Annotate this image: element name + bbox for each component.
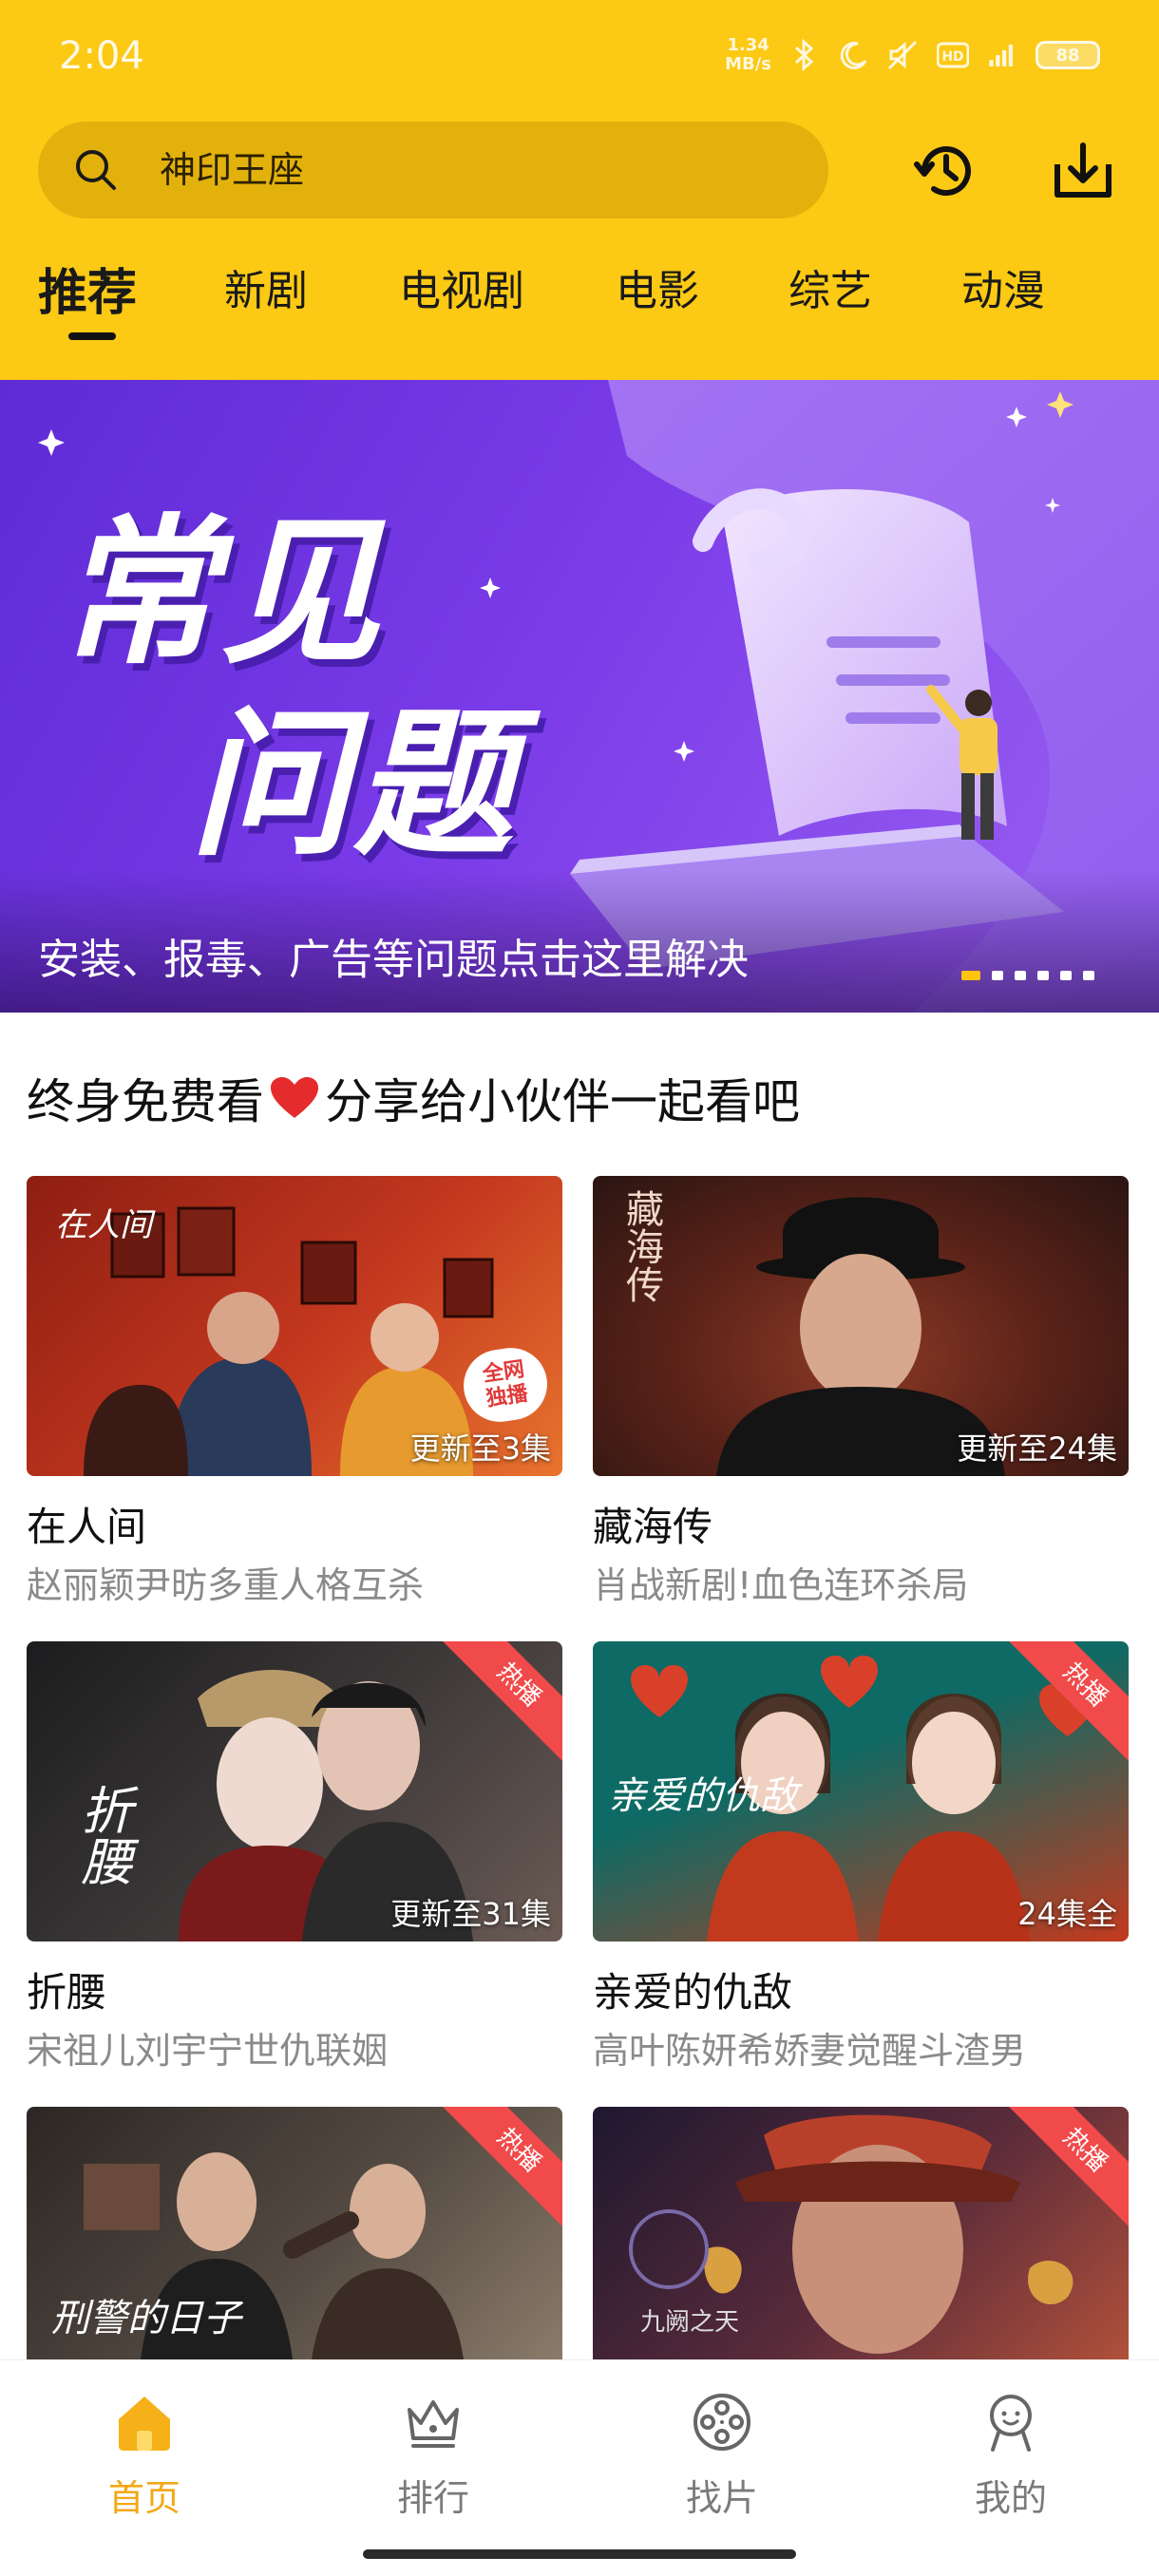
section-title-text: 终身免费看 — [27, 1074, 264, 1129]
history-button[interactable] — [908, 133, 984, 209]
banner-title-line2: 问题 — [190, 691, 517, 878]
download-button[interactable] — [1045, 133, 1121, 209]
hd-icon: HD — [937, 39, 969, 71]
search-icon — [76, 150, 116, 190]
top-header: 2:04 1.34 MB/s HD 88 神印王座 推荐 新剧 电视剧 电影 综… — [0, 0, 1159, 380]
search-query[interactable]: 神印王座 — [160, 122, 304, 218]
show-poster[interactable]: 刑警的日子 热播 — [27, 2107, 562, 2359]
show-poster[interactable]: 亲爱的仇敌 热播 24集全 — [593, 1641, 1129, 1941]
poster-title-text: 在人间 — [55, 1206, 152, 1244]
poster-title-text: 亲爱的仇敌 — [608, 1774, 798, 1818]
tab-new-drama[interactable]: 新剧 — [224, 256, 308, 317]
profile-icon — [990, 2395, 1032, 2452]
carousel-dot[interactable] — [992, 971, 1003, 980]
nav-profile[interactable]: 我的 — [916, 2389, 1106, 2522]
section-title-text-2: 分享给小伙伴一起看吧 — [325, 1074, 800, 1129]
nav-label: 首页 — [107, 2477, 180, 2519]
battery-indicator: 88 — [1036, 41, 1100, 69]
tab-variety[interactable]: 综艺 — [788, 256, 872, 317]
status-time: 2:04 — [59, 34, 144, 78]
show-title[interactable]: 藏海传 — [593, 1495, 712, 1553]
tab-recommended[interactable]: 推荐 — [38, 253, 137, 324]
carousel-dot-active[interactable] — [961, 971, 980, 980]
faq-banner[interactable]: 常见 问题 安装、报毒、广告等问题点击这里解决 — [0, 380, 1159, 1013]
download-icon — [1054, 142, 1112, 198]
nav-discover[interactable]: 找片 — [627, 2389, 817, 2522]
history-icon — [914, 146, 971, 196]
show-subtitle: 高叶陈妍希娇妻觉醒斗渣男 — [593, 2030, 1027, 2072]
mute-icon — [887, 39, 920, 71]
episode-label: 更新至3集 — [409, 1430, 551, 1467]
nav-label: 我的 — [974, 2477, 1047, 2519]
do-not-disturb-moon-icon — [838, 39, 870, 71]
film-reel-icon — [694, 2394, 750, 2451]
episode-label: 更新至24集 — [957, 1430, 1117, 1467]
search-bar[interactable]: 神印王座 — [38, 122, 828, 218]
show-title[interactable]: 亲爱的仇敌 — [593, 1960, 792, 2018]
nav-ranking[interactable]: 排行 — [338, 2389, 528, 2522]
carousel-dot[interactable] — [1015, 971, 1026, 980]
home-icon — [119, 2396, 170, 2451]
poster-title-text: 刑警的日子 — [51, 2297, 241, 2340]
svg-text:HD: HD — [941, 49, 963, 65]
tab-anime[interactable]: 动漫 — [961, 256, 1045, 317]
show-title[interactable]: 在人间 — [27, 1495, 146, 1553]
poster-title-text: 折腰 — [72, 1784, 132, 1886]
tab-tv-series[interactable]: 电视剧 — [399, 256, 524, 317]
section-title: 终身免费看 分享给小伙伴一起看吧 — [27, 1064, 800, 1132]
network-speed-value: 1.34 — [727, 35, 770, 55]
show-subtitle: 赵丽颖尹昉多重人格互杀 — [27, 1564, 425, 1606]
show-poster[interactable]: 藏海传 更新至24集 — [593, 1176, 1129, 1476]
episode-label: 24集全 — [1017, 1896, 1117, 1932]
carousel-dot[interactable] — [1060, 971, 1072, 980]
gesture-home-indicator[interactable] — [363, 2549, 796, 2559]
carousel-dot[interactable] — [1083, 971, 1094, 980]
carousel-dots — [961, 971, 1094, 980]
show-subtitle: 宋祖儿刘宇宁世仇联姻 — [27, 2030, 389, 2072]
show-poster[interactable]: 折腰 热播 更新至31集 — [27, 1641, 562, 1941]
banner-caption: 安装、报毒、广告等问题点击这里解决 — [38, 936, 749, 984]
tab-movies[interactable]: 电影 — [616, 256, 699, 317]
nav-home[interactable]: 首页 — [49, 2389, 239, 2522]
network-speed-unit: MB/s — [725, 54, 771, 74]
show-poster[interactable]: 在人间 全网 独播 更新至3集 — [27, 1176, 562, 1476]
bottom-navigation: 首页 排行 找片 我的 — [0, 2359, 1159, 2576]
status-icons: 1.34 MB/s HD 88 — [725, 36, 1100, 74]
active-tab-indicator — [68, 332, 116, 340]
heart-icon — [271, 1077, 318, 1118]
show-subtitle: 肖战新剧!血色连环杀局 — [593, 1564, 969, 1606]
nav-label: 找片 — [685, 2477, 758, 2519]
poster-title-text: 九阙之天 — [640, 2308, 740, 2337]
category-tabs: 推荐 新剧 电视剧 电影 综艺 动漫 — [0, 256, 1159, 351]
episode-label: 更新至31集 — [390, 1896, 551, 1932]
crown-icon — [408, 2400, 459, 2448]
status-bar: 2:04 1.34 MB/s HD 88 — [0, 0, 1159, 114]
show-title[interactable]: 折腰 — [27, 1960, 106, 2018]
poster-title-text: 藏海传 — [619, 1189, 663, 1303]
network-speed: 1.34 MB/s — [725, 36, 771, 74]
nav-label: 排行 — [396, 2477, 469, 2519]
show-poster[interactable]: 九阙之天 热播 — [593, 2107, 1129, 2359]
carousel-dot[interactable] — [1037, 971, 1049, 980]
signal-icon — [986, 39, 1018, 71]
bluetooth-icon — [788, 39, 821, 71]
